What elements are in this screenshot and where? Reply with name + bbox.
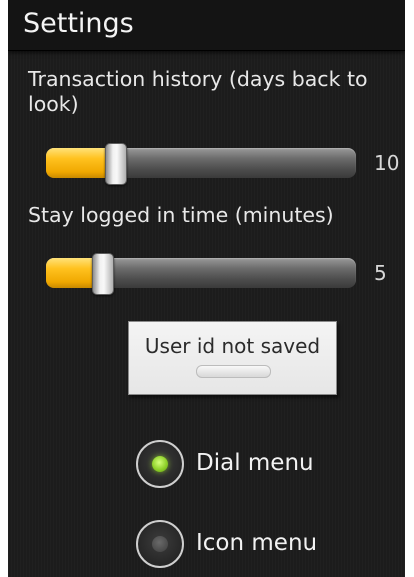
user-id-toggle-label: User id not saved — [144, 334, 321, 358]
user-id-toggle-button[interactable]: User id not saved — [128, 321, 337, 395]
radio-dial-menu-label: Dial menu — [196, 450, 314, 476]
radio-button-icon — [136, 520, 184, 568]
settings-screen: Settings Transaction history (days back … — [8, 0, 405, 577]
slider-fill — [46, 258, 96, 288]
transaction-history-slider[interactable] — [46, 143, 356, 185]
page-title: Settings — [23, 8, 134, 39]
slider-thumb[interactable] — [105, 143, 127, 185]
stay-logged-in-value: 5 — [374, 261, 387, 285]
radio-dot-icon — [152, 536, 168, 552]
transaction-history-label: Transaction history (days back to look) — [28, 67, 368, 116]
transaction-history-value: 10 — [374, 151, 400, 175]
stay-logged-in-slider[interactable] — [46, 253, 356, 295]
radio-icon-menu-label: Icon menu — [196, 530, 318, 556]
stay-logged-in-label: Stay logged in time (minutes) — [28, 203, 334, 227]
radio-button-icon — [136, 440, 184, 488]
slider-thumb[interactable] — [92, 253, 114, 295]
slider-fill — [46, 148, 109, 178]
toggle-indicator-bar — [196, 365, 271, 378]
title-bar: Settings — [8, 0, 405, 51]
radio-dot-icon — [152, 456, 168, 472]
